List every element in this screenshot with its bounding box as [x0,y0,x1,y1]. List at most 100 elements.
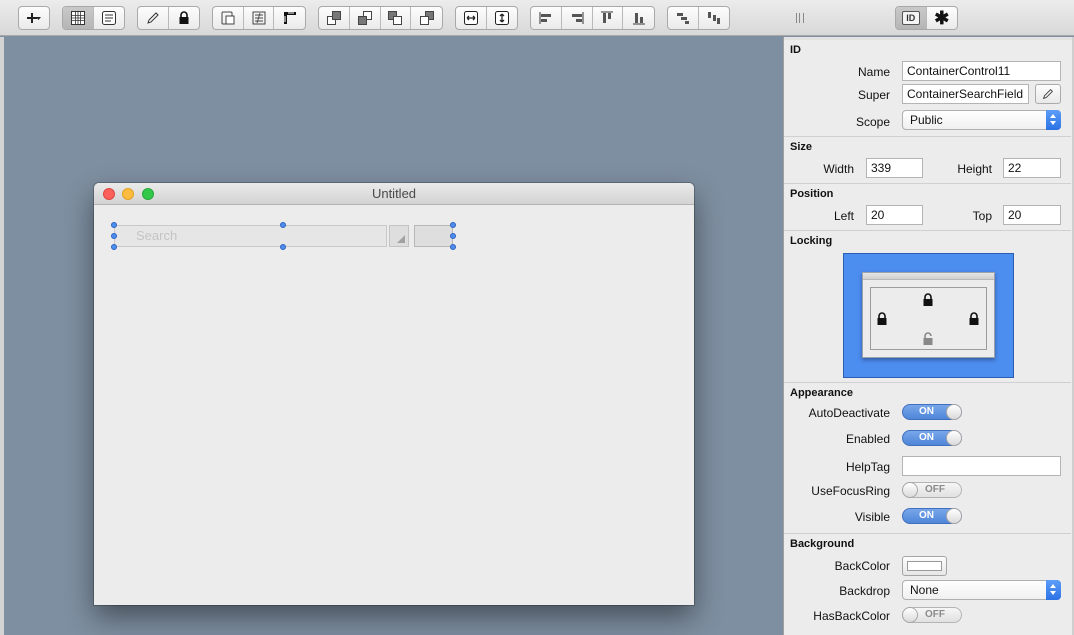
add-menu-button[interactable] [19,7,49,29]
minimize-button[interactable] [122,188,134,200]
toggle-knob [902,607,918,623]
align-left-button[interactable] [531,7,562,29]
align-bottom-button[interactable] [623,7,654,29]
control-order-button[interactable] [244,7,275,29]
size-heading: Size [790,141,813,153]
toggle-knob [902,482,918,498]
background-section: Background BackColor Backdrop None HasBa… [784,533,1071,633]
lock-right-icon[interactable] [968,312,980,325]
align-right-button[interactable] [562,7,593,29]
layering-group [318,6,443,30]
send-backward-button[interactable] [381,7,412,29]
bring-forward-icon [357,11,372,25]
close-button[interactable] [103,188,115,200]
inspector-panel: ID Name ContainerControl11 Super Contain… [783,37,1074,635]
gear-inspector-tab[interactable]: ✱ [927,7,957,29]
usefocusring-toggle[interactable]: OFF [902,482,962,498]
equal-height-icon [494,11,509,25]
plus-icon [27,13,41,23]
autodeactivate-toggle[interactable]: ON [902,404,962,420]
lock-left-icon[interactable] [876,312,888,325]
window-titlebar[interactable]: Untitled [94,183,694,205]
toolbar: ID ✱ [0,0,1074,36]
id-inspector-tab[interactable]: ID [896,7,927,29]
hasbackcolor-toggle[interactable]: OFF [902,607,962,623]
resize-handle-bottom[interactable] [280,244,286,250]
distribute-vertical-icon [707,12,720,24]
name-field[interactable]: ContainerControl11 [902,61,1061,81]
resize-handle-right[interactable] [450,233,456,239]
toggle-knob [946,508,962,524]
search-field[interactable]: Search [114,225,387,247]
distribute-horizontal-button[interactable] [668,7,699,29]
ruler-button[interactable] [274,7,305,29]
size-group [455,6,518,30]
equal-width-button[interactable] [456,7,487,29]
super-label: Super [857,88,890,102]
align-top-button[interactable] [593,7,624,29]
resize-handle-top-right[interactable] [450,222,456,228]
resize-handle-top-left[interactable] [111,222,117,228]
enabled-label: Enabled [845,432,890,446]
design-window[interactable]: Untitled Search [94,183,694,605]
left-field[interactable]: 20 [866,205,923,225]
usefocusring-label: UseFocusRing [811,484,890,498]
distribute-horizontal-icon [676,13,689,24]
toggle-knob [946,404,962,420]
top-field[interactable]: 20 [1003,205,1061,225]
usefocusring-toggle-text: OFF [925,484,945,495]
locking-heading: Locking [790,235,833,247]
edit-button[interactable] [138,7,169,29]
backcolor-swatch[interactable] [902,556,947,576]
gear-icon: ✱ [934,8,950,28]
lock-button[interactable] [169,7,199,29]
search-field-resize-icon[interactable] [389,225,409,247]
scope-label: Scope [855,115,890,129]
appearance-heading: Appearance [790,387,853,399]
id-section: ID Name ContainerControl11 Super Contain… [784,40,1071,139]
splitter-grip-icon[interactable] [796,13,804,23]
color-well [907,561,942,571]
resize-handle-bottom-left[interactable] [111,244,117,250]
pencil-icon [146,12,159,24]
unlock-bottom-icon[interactable] [922,332,934,345]
backdrop-select[interactable]: None [902,580,1061,600]
send-to-back-button[interactable] [411,7,442,29]
grid-view-button[interactable] [63,7,94,29]
visible-toggle[interactable]: ON [902,508,962,524]
left-label: Left [833,209,854,223]
enabled-toggle[interactable]: ON [902,430,962,446]
grid-icon [70,11,85,25]
inspector-tabs: ID ✱ [895,6,958,30]
zoom-button[interactable] [142,188,154,200]
locking-section: Locking [784,230,1071,383]
bring-forward-button[interactable] [350,7,381,29]
tab-order-button[interactable] [213,7,244,29]
scope-select[interactable]: Public [902,110,1061,130]
resize-handle-left[interactable] [111,233,117,239]
backdrop-value: None [910,583,939,597]
hasbackcolor-label: HasBackColor [813,609,890,623]
control-order-icon [252,11,265,25]
edit-super-button[interactable] [1035,84,1061,104]
resize-handle-top[interactable] [280,222,286,228]
height-field[interactable]: 22 [1003,158,1061,178]
distribute-vertical-button[interactable] [699,7,729,29]
position-heading: Position [790,188,834,200]
resize-handle-bottom-right[interactable] [450,244,456,250]
search-secondary-box[interactable] [414,225,453,247]
edit-group [137,6,200,30]
bring-to-front-button[interactable] [319,7,350,29]
list-view-button[interactable] [94,7,124,29]
scope-value: Public [910,113,943,127]
equal-height-button[interactable] [487,7,517,29]
helptag-label: HelpTag [845,460,890,474]
super-field[interactable]: ContainerSearchField [902,84,1029,104]
pencil-icon [1042,89,1053,100]
lock-top-icon[interactable] [922,293,934,306]
width-field[interactable]: 339 [866,158,923,178]
window-title: Untitled [371,186,417,201]
chevron-updown-icon [1046,110,1061,130]
helptag-field[interactable] [902,456,1061,476]
align-right-icon [571,12,584,24]
